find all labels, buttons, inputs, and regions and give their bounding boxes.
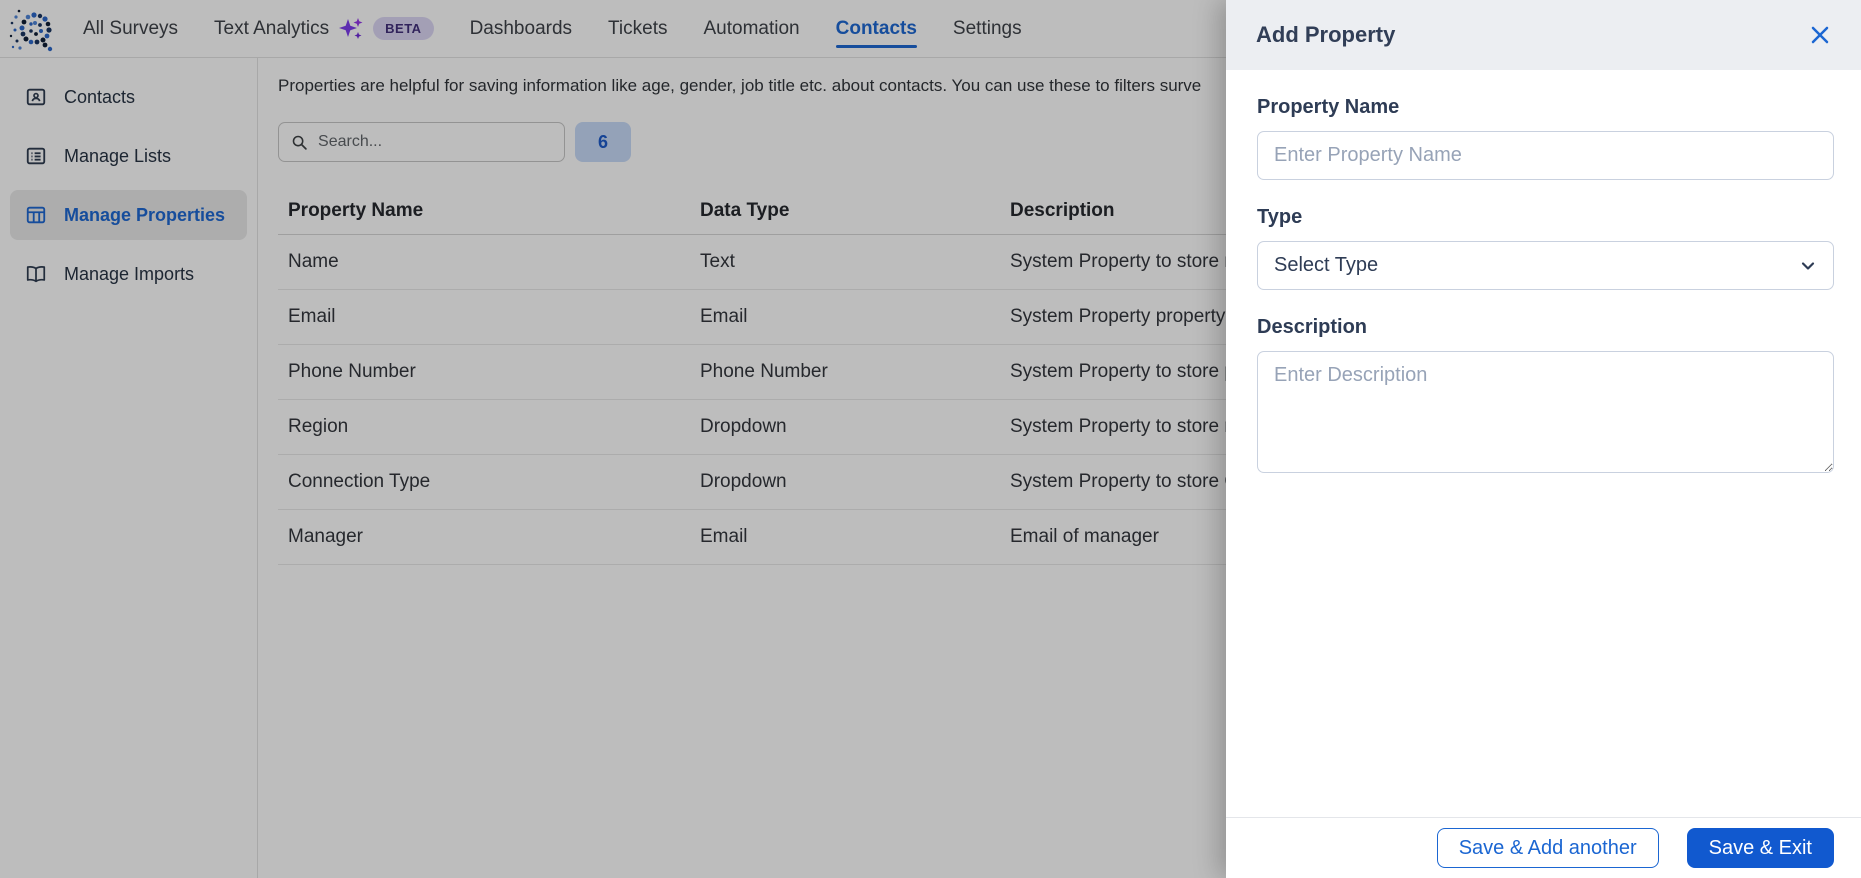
add-property-drawer: Add Property Property Name Type Select T… [1226, 0, 1861, 878]
drawer-footer: Save & Add another Save & Exit [1226, 817, 1861, 878]
close-button[interactable] [1809, 24, 1831, 46]
close-icon [1811, 26, 1829, 44]
description-field-group: Description [1257, 316, 1834, 478]
chevron-down-icon [1801, 261, 1815, 270]
description-label: Description [1257, 316, 1368, 338]
drawer-header: Add Property [1226, 0, 1861, 70]
drawer-title: Add Property [1256, 22, 1396, 47]
type-label: Type [1257, 206, 1303, 228]
property-name-label: Property Name [1257, 96, 1400, 118]
type-field-group: Type Select Type [1257, 206, 1834, 290]
type-select-value: Select Type [1274, 254, 1379, 276]
property-name-input[interactable] [1257, 131, 1834, 180]
save-and-exit-button[interactable]: Save & Exit [1686, 828, 1834, 868]
save-and-add-another-button[interactable]: Save & Add another [1436, 828, 1659, 868]
type-select[interactable]: Select Type [1257, 241, 1834, 290]
description-textarea[interactable] [1257, 351, 1834, 473]
property-name-field-group: Property Name [1257, 96, 1834, 180]
drawer-body: Property Name Type Select Type Descripti… [1226, 70, 1861, 817]
